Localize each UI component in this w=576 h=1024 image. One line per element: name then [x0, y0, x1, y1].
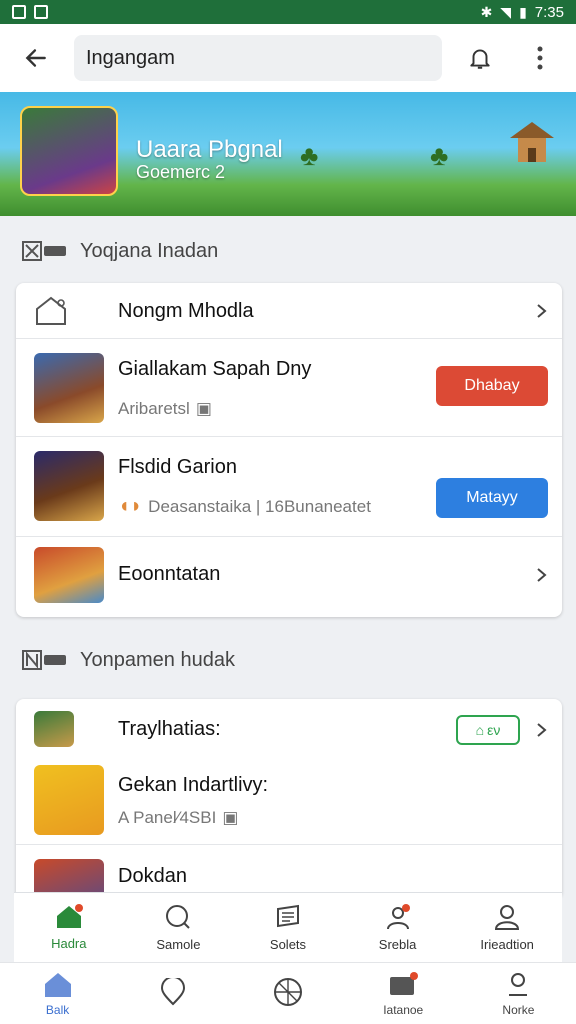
promo-banner[interactable]: Uaara Pbgnal Goemerc 2 ♣ ♣	[0, 92, 576, 216]
tab-notes[interactable]: Solets	[233, 893, 343, 962]
list-item-subtitle: Aribaretsl ▣	[118, 399, 212, 418]
section-badge-icon	[22, 240, 68, 262]
battery-icon: ▮	[519, 4, 527, 20]
notifications-button[interactable]	[458, 36, 502, 80]
list-item-title: Eoonntatan	[118, 563, 221, 585]
list-item-title: Gekan Indartlivy:	[118, 774, 269, 796]
list-item[interactable]: Nongm Mhodla	[16, 283, 562, 339]
system-navigation-bar: Balk Iatanoe Norke	[0, 962, 576, 1024]
tab-label: Samole	[156, 937, 201, 952]
primary-action-button[interactable]: Dhabay	[436, 366, 548, 406]
section-card: Nongm Mhodla Giallakam Sapah Dny Aribare…	[16, 283, 562, 617]
primary-action-button[interactable]: Matayy	[436, 478, 548, 518]
wifi-icon: ◥	[500, 4, 512, 20]
nav-label: Balk	[45, 1002, 70, 1017]
person-icon	[509, 972, 528, 996]
wallet-icon	[390, 971, 419, 995]
tab-profile-badge[interactable]: Srebla	[343, 893, 453, 962]
list-item-title: Nongm Mhodla	[118, 300, 254, 322]
palm-tree-icon: ♣	[300, 140, 319, 171]
list-item[interactable]: Traylhatias: ⌂ εν	[16, 699, 562, 761]
profile-badge-icon	[386, 904, 410, 930]
bluetooth-icon: ✱	[480, 4, 493, 20]
status-bar: ✱ ◥ ▮ 7:35	[0, 0, 576, 24]
screenshot-icon	[12, 5, 26, 19]
nav-location[interactable]	[115, 963, 230, 1024]
bottom-tab-bar: Hadra Samole Solets Srebla Irieadtion	[14, 892, 562, 962]
list-item-title: Giallakam Sapah Dny	[118, 358, 312, 380]
home-icon	[56, 904, 83, 928]
list-item-title: Dokdan	[118, 865, 187, 887]
list-item-title: Flsdid Garion	[118, 456, 237, 478]
chevron-right-icon	[537, 723, 547, 737]
more-vert-icon	[537, 46, 543, 70]
more-options-button[interactable]	[518, 36, 562, 80]
mail-icon	[34, 5, 48, 19]
location-icon	[160, 977, 185, 1005]
search-input-value: Ingangam	[86, 46, 175, 69]
status-time: 7:35	[534, 3, 564, 21]
tab-home[interactable]: Hadra	[14, 893, 124, 962]
tab-user[interactable]: Irieadtion	[452, 893, 562, 962]
tab-label: Irieadtion	[480, 937, 534, 952]
tab-label: Srebla	[378, 937, 417, 952]
tab-search[interactable]: Samole	[124, 893, 234, 962]
section-badge-icon	[22, 649, 68, 671]
tab-label: Hadra	[51, 936, 87, 951]
back-button[interactable]	[14, 36, 58, 80]
bell-icon	[470, 49, 490, 69]
nav-wallet[interactable]: Iatanoe	[346, 963, 461, 1024]
list-item[interactable]: Dokdan	[16, 845, 562, 899]
home-icon: ⌂	[475, 722, 485, 738]
list-item-subtitle: A Panel⁄4SBI ▣	[118, 808, 239, 827]
status-badge: ⌂ εν	[456, 715, 520, 745]
list-item-subtitle: ◖◗ Deasanstaika | 16Bunaneatet	[118, 495, 371, 517]
back-arrow-icon	[25, 49, 46, 67]
list-item[interactable]: Giallakam Sapah Dny Aribaretsl ▣ Dhabay	[16, 339, 562, 437]
list-item[interactable]: Eoonntatan	[16, 537, 562, 617]
list-item-title: Traylhatias:	[118, 718, 221, 740]
section-heading-label: Yonpamen hudak	[80, 648, 235, 671]
banner-subtitle: Goemerc 2	[136, 162, 226, 182]
hut-icon	[510, 122, 554, 162]
palm-tree-icon: ♣	[430, 140, 449, 171]
game-thumbnail	[34, 353, 104, 423]
lock-icon: ▣	[195, 399, 212, 418]
compass-icon	[274, 977, 302, 1006]
house-icon	[36, 296, 66, 325]
nav-person[interactable]: Norke	[461, 963, 576, 1024]
section-heading: Yoqjana Inadan	[22, 236, 218, 266]
game-thumbnail	[34, 451, 104, 521]
nav-home[interactable]: Balk	[0, 963, 115, 1024]
section-card: Traylhatias: ⌂ εν Gekan Indartlivy: A Pa…	[16, 699, 562, 899]
game-thumbnail	[34, 765, 104, 835]
search-input[interactable]: Ingangam	[74, 35, 442, 81]
user-icon	[495, 905, 520, 930]
home-icon	[44, 972, 71, 997]
section-heading-label: Yoqjana Inadan	[80, 239, 219, 262]
list-item[interactable]: Flsdid Garion ◖◗ Deasanstaika | 16Bunane…	[16, 437, 562, 537]
nav-label: Norke	[502, 1002, 535, 1017]
chevron-right-icon	[537, 304, 547, 318]
game-thumbnail	[34, 711, 74, 747]
lock-icon: ▣	[222, 808, 239, 827]
nav-compass[interactable]	[230, 963, 345, 1024]
notes-icon	[276, 904, 299, 928]
game-thumbnail	[34, 547, 104, 603]
game-controller-icon: ◖◗	[118, 495, 143, 517]
chevron-right-icon	[537, 568, 547, 582]
search-icon	[166, 905, 191, 929]
app-bar: Ingangam	[0, 24, 576, 92]
nav-label: Iatanoe	[383, 1002, 424, 1017]
list-item[interactable]: Gekan Indartlivy: A Panel⁄4SBI ▣	[16, 761, 562, 845]
banner-title: Uaara Pbgnal	[136, 136, 283, 163]
section-heading: Yonpamen hudak	[22, 645, 235, 675]
banner-game-artwork	[20, 106, 118, 196]
tab-label: Solets	[269, 937, 307, 952]
